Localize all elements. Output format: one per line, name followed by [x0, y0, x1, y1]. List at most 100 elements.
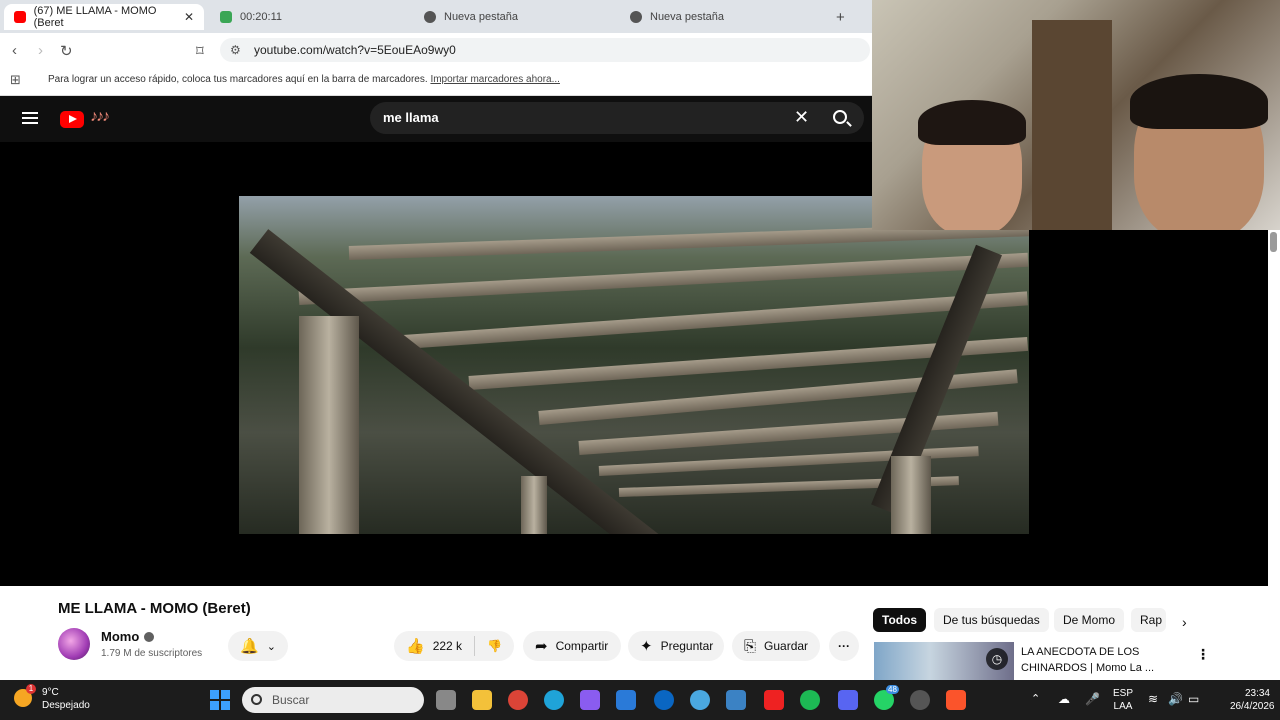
windows-start-icon[interactable] — [210, 690, 230, 710]
reload-icon[interactable]: ↻ — [60, 42, 73, 60]
shield-icon — [424, 11, 436, 23]
file-explorer-icon[interactable] — [472, 690, 492, 710]
tab-new-2[interactable]: Nueva pestaña — [620, 4, 820, 30]
subscriber-count: 1.79 M de suscriptores — [101, 648, 203, 659]
bell-icon: 🔔 — [240, 638, 259, 655]
close-tab-icon[interactable]: ✕ — [184, 10, 194, 24]
onedrive-icon[interactable]: ☁ — [1058, 692, 1070, 706]
ask-label: Preguntar — [660, 639, 714, 653]
youtube-app-icon[interactable] — [764, 690, 784, 710]
whatsapp-badge: 48 — [886, 685, 899, 694]
import-bookmarks-link[interactable]: Importar marcadores ahora... — [430, 74, 560, 85]
apps-grid-icon[interactable]: ⊞ — [10, 72, 21, 88]
search-button[interactable] — [820, 102, 864, 134]
chip-busquedas[interactable]: De tus búsquedas — [934, 608, 1049, 632]
recommendation-title[interactable]: LA ANECDOTA DE LOS CHINARDOS | Momo La .… — [1021, 644, 1181, 676]
share-label: Compartir — [555, 639, 609, 653]
webcam-overlay — [872, 0, 1280, 230]
clear-search-icon[interactable]: ✕ — [794, 107, 809, 128]
address-bar-row: ‹ › ↻ ⌑ ⚙ youtube.com/watch?v=5EouEAo9wy… — [0, 33, 872, 67]
clock-icon[interactable]: ◷ — [986, 648, 1008, 670]
chip-de-momo[interactable]: De Momo — [1054, 608, 1125, 632]
door-frame — [1032, 20, 1112, 230]
ask-button[interactable]: ✦ Preguntar — [628, 631, 724, 661]
more-actions-button[interactable]: ··· — [829, 631, 859, 661]
tab-label: Nueva pestaña — [650, 11, 724, 23]
bookmark-icon: ⎘ — [744, 637, 757, 655]
youtube-logo-icon[interactable] — [60, 111, 84, 128]
weather-desc: Despejado — [42, 700, 90, 711]
timer-favicon-icon — [220, 11, 232, 23]
shield-icon — [630, 11, 642, 23]
tab-label: Nueva pestaña — [444, 11, 518, 23]
search-icon — [251, 694, 262, 705]
video-title: ME LLAMA - MOMO (Beret) — [58, 600, 251, 617]
tab-new-1[interactable]: Nueva pestaña — [414, 4, 614, 30]
tray-chevron-up-icon[interactable]: ⌃ — [1031, 692, 1040, 705]
search-box[interactable]: me llama ✕ — [370, 102, 820, 134]
more-icon: ··· — [838, 639, 850, 653]
system-clock[interactable]: 23:34 26/4/2026 — [1230, 687, 1275, 713]
windows-taskbar: 1 9°C Despejado Buscar 48 ⌃ ☁ 🎤 ESP LAA … — [0, 680, 1280, 720]
thumbs-up-icon[interactable]: 👍 — [406, 637, 425, 655]
youtube-header: ♪♪♪ me llama ✕ — [0, 96, 872, 142]
bookmarks-hint: Para lograr un acceso rápido, coloca tus… — [48, 74, 428, 85]
discord-icon[interactable] — [838, 690, 858, 710]
chevron-down-icon: ⌄ — [266, 640, 276, 653]
search-input[interactable]: me llama — [383, 110, 439, 125]
thumbs-down-icon[interactable]: 👎 — [487, 639, 502, 653]
share-button[interactable]: ➦ Compartir — [523, 631, 621, 661]
bookmarks-bar: ⊞ Para lograr un acceso rápido, coloca t… — [0, 67, 872, 96]
chip-rap[interactable]: Rap — [1131, 608, 1166, 632]
chevron-right-icon[interactable]: › — [1182, 614, 1187, 630]
edge-icon[interactable] — [544, 690, 564, 710]
volume-icon[interactable]: 🔊 — [1168, 692, 1183, 706]
save-button[interactable]: ⎘ Guardar — [732, 631, 820, 661]
spotify-icon[interactable] — [800, 690, 820, 710]
tab-timer[interactable]: 00:20:11 — [210, 4, 410, 30]
forward-icon[interactable]: › — [38, 42, 43, 59]
back-icon[interactable]: ‹ — [12, 42, 17, 59]
channel-avatar[interactable] — [58, 628, 90, 660]
notifications-button[interactable]: 🔔 ⌄ — [228, 631, 288, 661]
taskbar-search[interactable]: Buscar — [242, 687, 424, 713]
battery-icon[interactable]: ▭ — [1188, 692, 1199, 706]
like-dislike-group[interactable]: 👍 222 k 👎 — [394, 631, 514, 661]
wifi-icon[interactable]: ≋ — [1148, 692, 1158, 706]
share-icon: ➦ — [535, 638, 548, 655]
tab-label: 00:20:11 — [240, 11, 283, 23]
site-info-icon[interactable]: ⚙ — [230, 38, 241, 62]
person-left-hair — [918, 100, 1026, 145]
weather-temp: 9°C — [42, 687, 59, 698]
browser-tab-bar: (67) ME LLAMA - MOMO (Beret ✕ 00:20:11 N… — [0, 0, 872, 33]
sparkle-icon: ✦ — [640, 638, 653, 655]
scrollbar-thumb[interactable] — [1270, 232, 1277, 252]
store-icon[interactable] — [616, 690, 636, 710]
video-frame[interactable] — [239, 196, 1029, 534]
new-tab-button[interactable]: + — [826, 4, 856, 30]
url-field[interactable]: ⚙ youtube.com/watch?v=5EouEAo9wy0 — [220, 38, 870, 62]
chip-todos[interactable]: Todos — [873, 608, 927, 632]
app-icon[interactable] — [690, 690, 710, 710]
task-view-icon[interactable] — [436, 690, 456, 710]
hamburger-menu-icon[interactable] — [22, 112, 38, 124]
brave-icon[interactable] — [946, 690, 966, 710]
microphone-icon[interactable]: 🎤 — [1085, 692, 1100, 706]
language-indicator[interactable]: ESP LAA — [1113, 687, 1133, 713]
search-icon — [833, 110, 847, 124]
tab-youtube[interactable]: (67) ME LLAMA - MOMO (Beret ✕ — [4, 4, 204, 30]
logo-doodle-icon[interactable]: ♪♪♪ — [90, 108, 110, 126]
copilot-icon[interactable] — [580, 690, 600, 710]
verified-icon — [144, 632, 154, 642]
outlook-icon[interactable] — [726, 690, 746, 710]
chrome-icon[interactable] — [508, 690, 528, 710]
hp-icon[interactable] — [654, 690, 674, 710]
page-scrollbar[interactable] — [1268, 230, 1280, 680]
kebab-menu-icon[interactable]: ⋮ — [1196, 646, 1210, 663]
tab-label: (67) ME LLAMA - MOMO (Beret — [33, 5, 157, 29]
lang-layout: LAA — [1113, 701, 1133, 712]
bookmark-icon[interactable]: ⌑ — [196, 42, 204, 60]
lang-code: ESP — [1113, 688, 1134, 699]
channel-name[interactable]: Momo — [101, 629, 139, 644]
settings-icon[interactable] — [910, 690, 930, 710]
